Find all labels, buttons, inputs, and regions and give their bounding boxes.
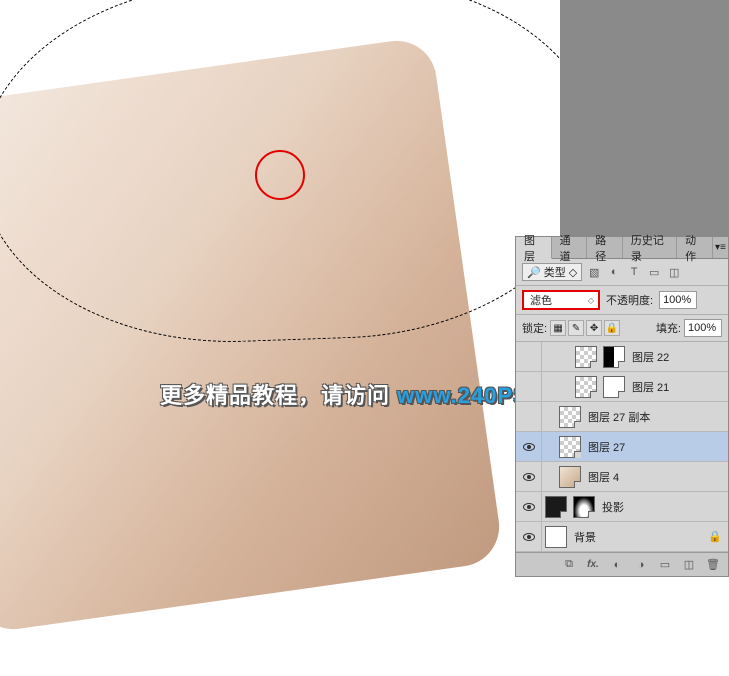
blend-row: 滤色 不透明度: 100%	[516, 286, 728, 315]
visibility-toggle[interactable]	[516, 492, 542, 521]
new-layer-icon[interactable]: ◫	[680, 557, 698, 573]
eye-icon	[523, 533, 535, 541]
canvas-area[interactable]	[0, 0, 560, 676]
filter-kind-select[interactable]: 🔎 类型 ◇	[522, 263, 582, 281]
layer-row[interactable]: 图层 4	[516, 462, 728, 492]
layer-row[interactable]: 图层 21	[516, 372, 728, 402]
adjustment-layer-icon[interactable]: ◑	[632, 557, 650, 573]
link-layers-icon[interactable]: ⧉	[560, 557, 578, 573]
search-icon: 🔎	[527, 266, 541, 279]
layer-row[interactable]: 图层 27 副本	[516, 402, 728, 432]
tab-history[interactable]: 历史记录	[623, 237, 677, 258]
lock-icons: ▦ ✎ ✥ 🔒	[550, 320, 620, 336]
tab-layers[interactable]: 图层	[516, 237, 552, 259]
visibility-toggle[interactable]	[516, 432, 542, 461]
layer-thumbnail[interactable]	[559, 406, 581, 428]
layer-name[interactable]: 图层 21	[632, 379, 669, 395]
filter-type-icon[interactable]: T	[626, 264, 642, 280]
visibility-toggle[interactable]	[516, 402, 542, 431]
artwork-object	[0, 36, 504, 635]
layer-thumbnail[interactable]	[545, 526, 567, 548]
smart-object-icon	[560, 511, 567, 518]
layer-thumbnail[interactable]	[575, 376, 597, 398]
lock-paint-icon[interactable]: ✎	[568, 320, 584, 336]
visibility-toggle[interactable]	[516, 372, 542, 401]
smart-object-icon	[588, 511, 595, 518]
layer-thumbnail[interactable]	[603, 346, 625, 368]
eye-icon	[523, 473, 535, 481]
fill-label: 填充:	[656, 320, 681, 336]
smart-object-icon	[590, 361, 597, 368]
layer-row[interactable]: 图层 27	[516, 432, 728, 462]
tab-channels[interactable]: 通道	[552, 237, 588, 258]
eye-icon	[523, 503, 535, 511]
layer-name[interactable]: 图层 27	[588, 439, 625, 455]
smart-object-icon	[590, 391, 597, 398]
layer-row[interactable]: 图层 22	[516, 342, 728, 372]
layer-name[interactable]: 图层 4	[588, 469, 619, 485]
lock-icon: 🔒	[708, 530, 722, 543]
layer-thumbnail[interactable]	[559, 466, 581, 488]
panel-menu-icon[interactable]: ▾≡	[713, 237, 728, 258]
filter-smart-icon[interactable]: ◫	[666, 264, 682, 280]
lock-label: 锁定:	[522, 320, 547, 336]
filter-adjust-icon[interactable]: ◐	[606, 264, 622, 280]
add-mask-icon[interactable]: ◐	[608, 557, 626, 573]
app-background	[560, 0, 729, 236]
panel-tabs: 图层 通道 路径 历史记录 动作 ▾≡	[516, 237, 728, 259]
eye-icon	[523, 443, 535, 451]
lock-move-icon[interactable]: ✥	[586, 320, 602, 336]
layer-name[interactable]: 投影	[602, 499, 624, 515]
chevron-icon: ◇	[569, 266, 577, 279]
layer-thumbnail[interactable]	[575, 346, 597, 368]
fx-icon[interactable]: fx.	[584, 557, 602, 573]
watermark-label: 更多精品教程，请访问	[160, 383, 397, 408]
visibility-toggle[interactable]	[516, 462, 542, 491]
lock-pixels-icon[interactable]: ▦	[550, 320, 566, 336]
smart-object-icon	[618, 391, 625, 398]
blend-mode-value: 滤色	[530, 292, 552, 308]
panel-footer: ⧉ fx. ◐ ◑ ▭ ◫ 🗑	[516, 552, 728, 576]
lock-all-icon[interactable]: 🔒	[604, 320, 620, 336]
filter-image-icon[interactable]: ▧	[586, 264, 602, 280]
smart-object-icon	[618, 361, 625, 368]
filter-shape-icon[interactable]: ▭	[646, 264, 662, 280]
smart-object-icon	[574, 421, 581, 428]
brush-cursor	[255, 150, 305, 200]
visibility-toggle[interactable]	[516, 522, 542, 551]
filter-kind-label: 类型	[544, 264, 566, 280]
layer-thumbnail[interactable]	[573, 496, 595, 518]
layer-name[interactable]: 图层 22	[632, 349, 669, 365]
fill-input[interactable]: 100%	[684, 319, 722, 337]
layer-thumbnail[interactable]	[559, 436, 581, 458]
layer-name[interactable]: 图层 27 副本	[588, 409, 650, 425]
blend-mode-select[interactable]: 滤色	[522, 290, 600, 310]
fill-value: 100%	[688, 322, 716, 334]
smart-object-icon	[574, 451, 581, 458]
layer-name[interactable]: 背景	[574, 529, 596, 545]
smart-object-icon	[574, 481, 581, 488]
layers-list: 图层 22 图层 21 图层 27 副本图层 27 图层 4 投影背景 🔒	[516, 342, 728, 552]
layers-panel: 图层 通道 路径 历史记录 动作 ▾≡ 🔎 类型 ◇ ▧ ◐ T ▭ ◫ 滤色 …	[515, 236, 729, 577]
layer-thumbnail[interactable]	[603, 376, 625, 398]
layer-row[interactable]: 投影	[516, 492, 728, 522]
tab-paths[interactable]: 路径	[587, 237, 623, 258]
group-icon[interactable]: ▭	[656, 557, 674, 573]
tab-actions[interactable]: 动作	[677, 237, 713, 258]
lock-row: 锁定: ▦ ✎ ✥ 🔒 填充: 100%	[516, 315, 728, 342]
opacity-value: 100%	[663, 294, 691, 306]
opacity-label: 不透明度:	[606, 292, 653, 308]
layer-row[interactable]: 背景 🔒	[516, 522, 728, 552]
visibility-toggle[interactable]	[516, 342, 542, 371]
trash-icon[interactable]: 🗑	[704, 557, 722, 573]
opacity-input[interactable]: 100%	[659, 291, 697, 309]
layer-thumbnail[interactable]	[545, 496, 567, 518]
